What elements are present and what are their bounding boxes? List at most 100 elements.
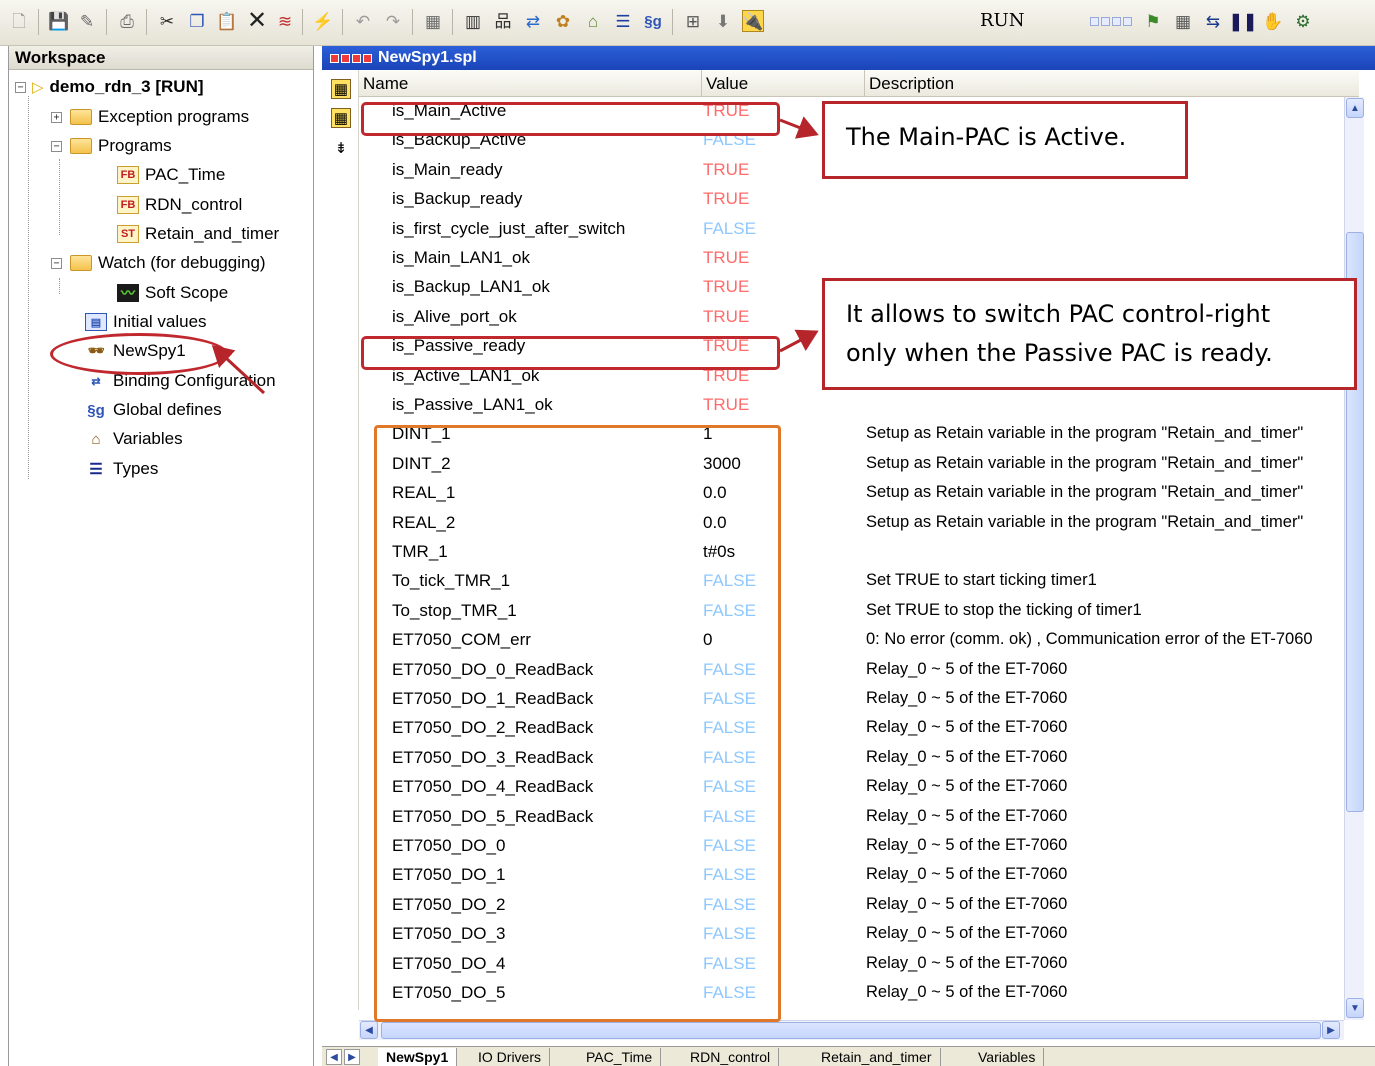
variable-description-cell: Set TRUE to stop the ticking of timer1: [866, 600, 1142, 619]
horizontal-scrollbar[interactable]: ◀ ▶: [359, 1020, 1344, 1040]
debug-icon[interactable]: ⚑: [1142, 10, 1164, 32]
scroll-left-icon[interactable]: ◀: [360, 1021, 378, 1039]
callout-text: only when the Passive PAC is ready.: [846, 339, 1273, 367]
column-description-header[interactable]: Description: [865, 70, 1358, 97]
scroll-right-icon[interactable]: ▶: [1322, 1021, 1340, 1039]
stop-icon[interactable]: ✋: [1262, 10, 1284, 32]
folder-open-icon: [70, 138, 92, 154]
variable-value-cell[interactable]: TRUE: [703, 189, 749, 209]
column-name-header[interactable]: Name: [359, 70, 702, 97]
spy-row[interactable]: is_Passive_LAN1_ok TRUE: [359, 391, 1344, 420]
table-icon[interactable]: ▥: [462, 10, 484, 32]
variable-value-cell[interactable]: TRUE: [703, 395, 749, 415]
variable-name-cell[interactable]: is_Main_LAN1_ok: [392, 248, 530, 268]
copy-icon[interactable]: ❐: [186, 10, 208, 32]
collapse-toggle-icon[interactable]: −: [51, 140, 62, 152]
types-icon[interactable]: ☰: [612, 10, 634, 32]
variable-name-cell[interactable]: is_Alive_port_ok: [392, 307, 517, 327]
variable-description-cell: Setup as Retain variable in the program …: [866, 512, 1304, 531]
global-defines-icon[interactable]: §g: [642, 10, 664, 32]
spy-row[interactable]: is_first_cycle_just_after_switch FALSE: [359, 215, 1344, 244]
tab-pac-time[interactable]: PAC_Time: [578, 1048, 662, 1066]
grid-icon[interactable]: ▦: [331, 79, 351, 99]
tree-item-pac-time[interactable]: FB PAC_Time: [117, 162, 225, 188]
tree-guide: [59, 159, 60, 235]
tab-rdn-control[interactable]: RDN_control: [682, 1048, 780, 1066]
tab-prev-icon[interactable]: ◀: [326, 1049, 342, 1065]
tree-item-exception-programs[interactable]: + Exception programs: [51, 104, 249, 130]
download-icon[interactable]: ⬇: [712, 10, 734, 32]
tree-item-watch[interactable]: − Watch (for debugging): [51, 250, 266, 276]
home-icon[interactable]: ⌂: [582, 10, 604, 32]
variable-value-cell[interactable]: TRUE: [703, 160, 749, 180]
variable-value-cell[interactable]: TRUE: [703, 248, 749, 268]
status-square: [330, 53, 339, 63]
new-file-icon[interactable]: 🗋: [8, 10, 30, 32]
compile-run-icon[interactable]: ▦: [1172, 10, 1194, 32]
edit-icon[interactable]: ✎: [76, 10, 98, 32]
spy-row[interactable]: is_Main_LAN1_ok TRUE: [359, 244, 1344, 273]
build-icon[interactable]: ⚡: [312, 10, 334, 32]
paste-icon[interactable]: 📋: [216, 10, 238, 32]
variable-value-cell[interactable]: FALSE: [703, 219, 756, 239]
vertical-scrollbar[interactable]: ▲ ▼: [1344, 97, 1364, 1020]
column-value-header[interactable]: Value: [702, 70, 865, 97]
library-icon[interactable]: ✿: [552, 10, 574, 32]
tree-project-root[interactable]: − ▷ demo_rdn_3 [RUN]: [15, 74, 204, 100]
grid-icon[interactable]: ▦: [331, 108, 351, 128]
toolbar-separator: [302, 9, 303, 35]
undo-icon[interactable]: ↶: [352, 10, 374, 32]
connect-icon[interactable]: 🔌: [742, 10, 764, 32]
tab-variables[interactable]: Variables: [970, 1048, 1045, 1066]
delete-icon[interactable]: ✕: [246, 9, 268, 33]
variable-name-cell[interactable]: is_Passive_LAN1_ok: [392, 395, 553, 415]
st-program-icon: ST: [117, 225, 139, 243]
variable-description-cell: Relay_0 ~ 5 of the ET-7060: [866, 836, 1068, 854]
redo-icon[interactable]: ↷: [382, 10, 404, 32]
expand-toggle-icon[interactable]: +: [51, 111, 62, 123]
scroll-up-icon[interactable]: ▲: [1346, 98, 1364, 118]
tree-item-global-defines[interactable]: §g Global defines: [85, 397, 221, 423]
spy-row[interactable]: is_Backup_ready TRUE: [359, 185, 1344, 214]
collapse-toggle-icon[interactable]: −: [15, 81, 26, 93]
variable-name-cell[interactable]: is_Backup_LAN1_ok: [392, 277, 550, 297]
tree-item-soft-scope[interactable]: 〰 Soft Scope: [117, 280, 228, 306]
tree-item-programs[interactable]: − Programs: [51, 133, 172, 159]
binding-icon[interactable]: ⇄: [522, 10, 544, 32]
variable-name-cell[interactable]: is_Main_ready: [392, 160, 503, 180]
tree-item-retain-and-timer[interactable]: ST Retain_and_timer: [117, 221, 279, 247]
settings-icon[interactable]: ⚙: [1292, 10, 1314, 32]
variable-value-cell[interactable]: TRUE: [703, 307, 749, 327]
tree-item-label: PAC_Time: [145, 165, 226, 184]
layout-icon[interactable]: ⊞: [682, 10, 704, 32]
tab-io-drivers[interactable]: IO Drivers: [470, 1048, 550, 1066]
tab-next-icon[interactable]: ▶: [344, 1049, 360, 1065]
tree-item-types[interactable]: ☰ Types: [85, 456, 158, 482]
scroll-thumb[interactable]: [381, 1022, 1321, 1039]
variable-description-cell: Relay_0 ~ 5 of the ET-7060: [866, 806, 1068, 825]
status-led: [1101, 17, 1110, 26]
tab-newspy1[interactable]: NewSpy1: [378, 1048, 458, 1066]
save-icon[interactable]: 💾: [48, 10, 70, 32]
variable-value-cell[interactable]: TRUE: [703, 277, 749, 297]
print-icon[interactable]: ⎙: [116, 10, 138, 32]
insert-row-icon[interactable]: ⇟: [331, 138, 351, 158]
cut-icon[interactable]: ✂: [156, 10, 178, 32]
scroll-down-icon[interactable]: ▼: [1346, 998, 1364, 1018]
network-icon[interactable]: 品: [492, 10, 514, 32]
variable-name-cell[interactable]: is_Backup_ready: [392, 189, 522, 209]
compile-icon[interactable]: ▦: [422, 10, 444, 32]
tree-item-variables[interactable]: ⌂ Variables: [85, 426, 182, 452]
pause-icon[interactable]: ❚❚: [1229, 10, 1258, 32]
variable-name-cell[interactable]: is_first_cycle_just_after_switch: [392, 219, 625, 239]
binding-icon: ⇄: [91, 375, 101, 388]
types-icon: ☰: [89, 461, 103, 478]
clear-icon[interactable]: ≋: [274, 10, 296, 32]
callout-text: It allows to switch PAC control-right: [846, 300, 1271, 328]
tab-retain-and-timer[interactable]: Retain_and_timer: [813, 1048, 941, 1066]
scope-icon: 〰: [117, 284, 139, 302]
collapse-toggle-icon[interactable]: −: [51, 257, 62, 269]
tree-item-rdn-control[interactable]: FB RDN_control: [117, 192, 242, 218]
tree-item-initial-values[interactable]: ▤ Initial values: [85, 309, 207, 335]
swap-icon[interactable]: ⇆: [1202, 10, 1224, 32]
